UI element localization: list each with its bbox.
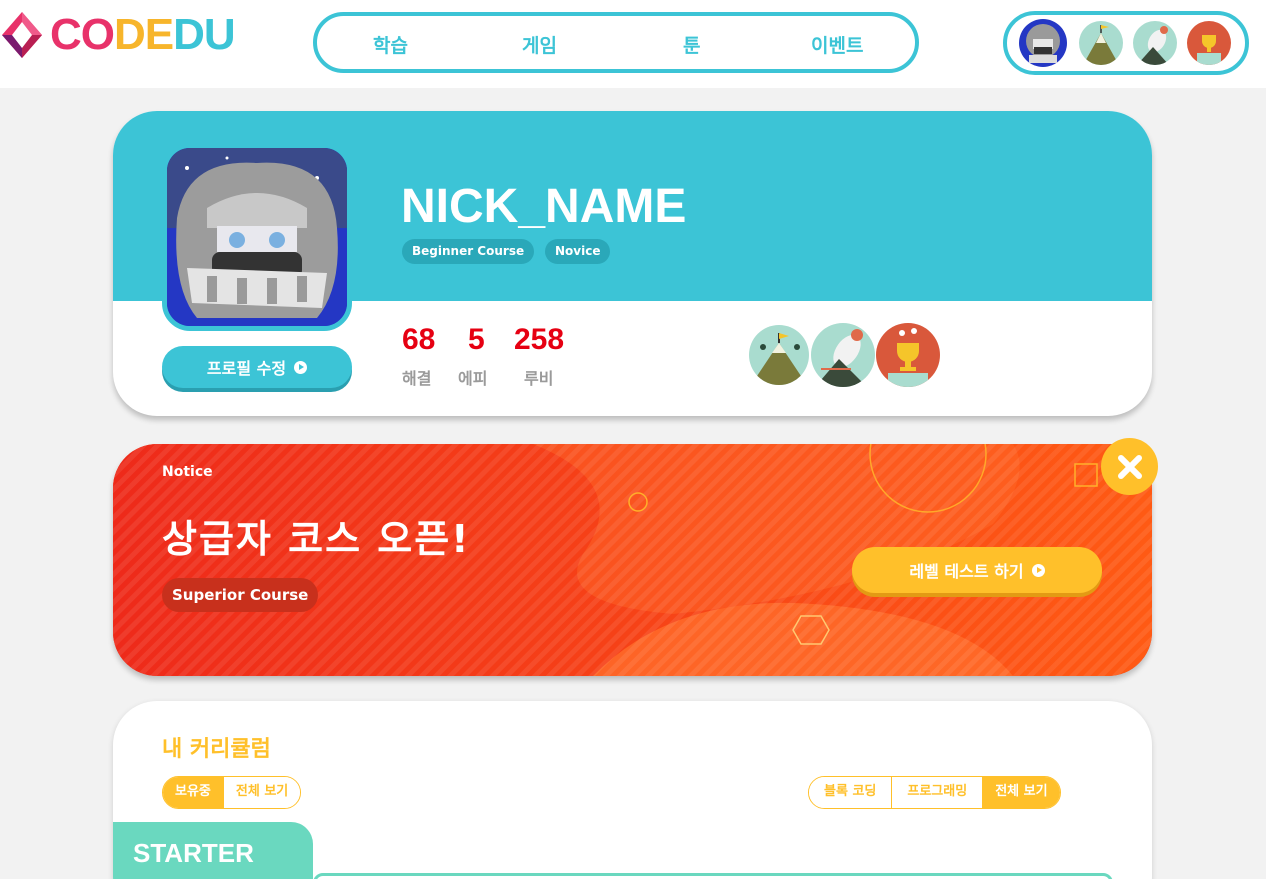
filter-all-right[interactable]: 전체 보기	[982, 777, 1060, 808]
nav-toon[interactable]: 툰	[683, 31, 700, 58]
filter-block-coding[interactable]: 블록 코딩	[809, 777, 892, 808]
top-header: CODEDU 학습 게임 툰 이벤트	[0, 0, 1266, 88]
starter-section-track	[313, 873, 1113, 879]
my-curriculum-card: 내 커리큘럼 보유중 전체 보기 블록 코딩 프로그래밍 전체 보기 START…	[113, 701, 1152, 879]
episode-label: 에피	[458, 369, 488, 388]
curriculum-title: 내 커리큘럼	[162, 737, 271, 762]
nickname: NICK_NAME	[401, 180, 687, 233]
course-badge: Beginner Course	[402, 239, 535, 264]
rocket-badge-icon[interactable]	[1133, 21, 1177, 65]
rank-badge: Novice	[545, 239, 611, 264]
superior-course-badge: Superior Course	[162, 578, 319, 612]
main-nav: 학습 게임 툰 이벤트	[313, 12, 919, 73]
codedu-logo[interactable]: CODEDU	[0, 10, 236, 60]
solved-label: 해결	[402, 369, 432, 388]
close-icon	[1117, 454, 1142, 479]
play-arrow-icon	[1031, 563, 1045, 577]
ruby-count: 258	[514, 323, 565, 356]
mountain-badge-icon[interactable]	[749, 325, 809, 385]
header-avatar-group	[1003, 11, 1249, 75]
ruby-label: 루비	[524, 369, 554, 388]
rocket-badge-icon[interactable]	[811, 323, 875, 387]
level-test-button[interactable]: 레벨 테스트 하기	[852, 547, 1102, 593]
trophy-badge-icon[interactable]	[1187, 21, 1231, 65]
ownership-filter: 보유중 전체 보기	[162, 776, 302, 809]
starter-section-tab[interactable]: STARTER	[113, 822, 313, 879]
user-avatar[interactable]	[1019, 19, 1067, 67]
notice-banner: Notice 상급자 코스 오픈! Superior Course 레벨 테스트…	[113, 444, 1152, 676]
nav-learn[interactable]: 학습	[373, 31, 408, 58]
episode-count: 5	[468, 323, 485, 356]
profile-avatar	[162, 143, 352, 331]
play-arrow-icon	[294, 360, 308, 374]
trophy-badge-icon[interactable]	[876, 323, 940, 387]
solved-count: 68	[402, 323, 436, 356]
category-filter: 블록 코딩 프로그래밍 전체 보기	[808, 776, 1061, 809]
logo-wordmark: CODEDU	[50, 10, 236, 59]
diamond-logo-icon	[2, 12, 42, 58]
mountain-badge-icon[interactable]	[1079, 21, 1123, 65]
nav-event[interactable]: 이벤트	[811, 31, 863, 58]
notice-label: Notice	[162, 464, 213, 480]
edit-profile-button[interactable]: 프로필 수정	[162, 346, 352, 388]
filter-all-left[interactable]: 전체 보기	[222, 777, 301, 808]
nav-game[interactable]: 게임	[522, 31, 557, 58]
close-notice-button[interactable]	[1101, 438, 1158, 495]
notice-title: 상급자 코스 오픈!	[162, 517, 471, 561]
filter-owned[interactable]: 보유중	[163, 777, 223, 808]
filter-programming[interactable]: 프로그래밍	[891, 777, 983, 808]
profile-card: 프로필 수정 NICK_NAME Beginner Course Novice …	[113, 111, 1152, 416]
